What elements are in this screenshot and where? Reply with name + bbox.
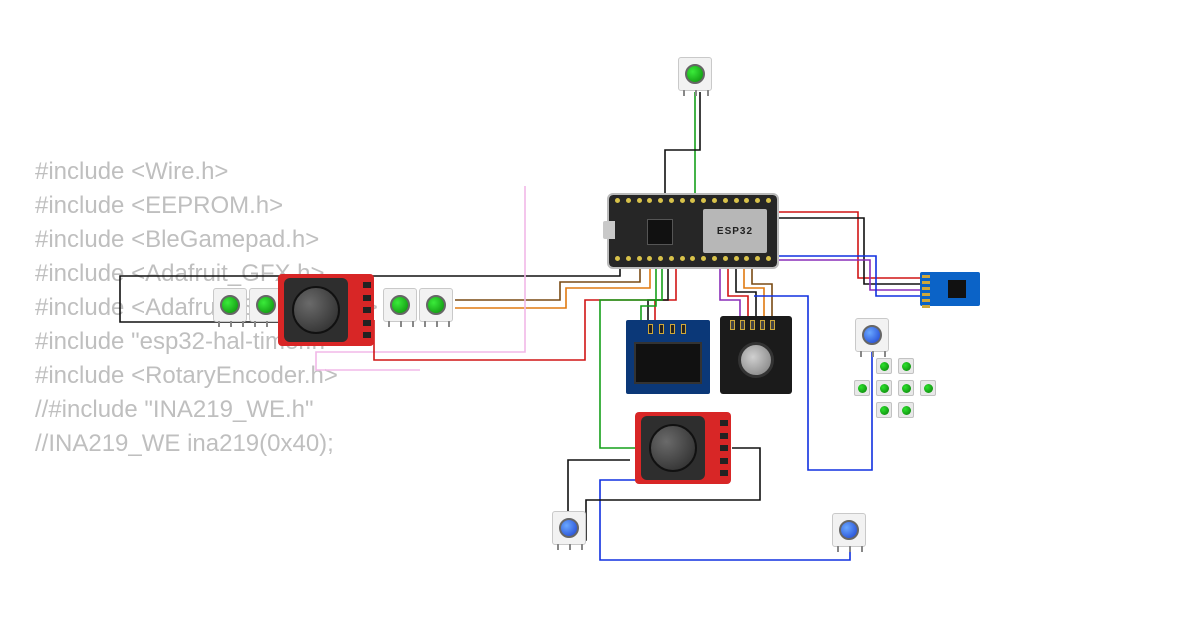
code-line: //#include "INA219_WE.h" bbox=[35, 393, 378, 427]
joystick-hat-icon bbox=[649, 424, 697, 472]
rotary-header bbox=[730, 320, 775, 330]
button-cap-icon bbox=[685, 64, 705, 84]
code-line: #include <BleGamepad.h> bbox=[35, 223, 378, 257]
led-pad[interactable] bbox=[920, 380, 936, 396]
joystick-hat-icon bbox=[292, 286, 340, 334]
push-button-l1[interactable] bbox=[213, 288, 247, 322]
push-button-right[interactable] bbox=[855, 318, 889, 352]
joystick-left[interactable] bbox=[278, 274, 374, 346]
led-pad[interactable] bbox=[876, 402, 892, 418]
oled-header bbox=[648, 324, 686, 334]
push-button-bottom-left[interactable] bbox=[552, 511, 586, 545]
rotary-encoder[interactable] bbox=[720, 316, 792, 394]
rotary-knob-icon bbox=[738, 342, 774, 378]
push-button-l4[interactable] bbox=[419, 288, 453, 322]
led-pad[interactable] bbox=[876, 358, 892, 374]
esp32-devboard[interactable]: ESP32 bbox=[609, 195, 777, 267]
button-cap-icon bbox=[839, 520, 859, 540]
oled-screen-icon bbox=[634, 342, 702, 384]
code-line: #include <Wire.h> bbox=[35, 155, 378, 189]
button-cap-icon bbox=[559, 518, 579, 538]
button-cap-icon bbox=[220, 295, 240, 315]
joystick-right[interactable] bbox=[635, 412, 731, 484]
code-line: //INA219_WE ina219(0x40); bbox=[35, 427, 378, 461]
usb-connector-icon bbox=[603, 221, 615, 239]
led-pad[interactable] bbox=[898, 380, 914, 396]
push-button-top[interactable] bbox=[678, 57, 712, 91]
button-cap-icon bbox=[862, 325, 882, 345]
led-pad[interactable] bbox=[854, 380, 870, 396]
code-line: #include <RotaryEncoder.h> bbox=[35, 359, 378, 393]
led-pad[interactable] bbox=[898, 402, 914, 418]
push-button-l3[interactable] bbox=[383, 288, 417, 322]
button-cap-icon bbox=[426, 295, 446, 315]
led-pad[interactable] bbox=[876, 380, 892, 396]
push-button-bottom-right[interactable] bbox=[832, 513, 866, 547]
led-pad[interactable] bbox=[898, 358, 914, 374]
button-cap-icon bbox=[256, 295, 276, 315]
code-line: #include <EEPROM.h> bbox=[35, 189, 378, 223]
joystick-header bbox=[363, 282, 371, 338]
esp32-shield-label: ESP32 bbox=[703, 209, 767, 253]
circuit-canvas: #include <Wire.h> #include <EEPROM.h> #i… bbox=[0, 0, 1200, 630]
button-cap-icon bbox=[390, 295, 410, 315]
gyro-breakout[interactable] bbox=[920, 272, 980, 306]
esp32-pinrow-top bbox=[615, 198, 771, 206]
gyro-header bbox=[922, 275, 930, 308]
joystick-header bbox=[720, 420, 728, 476]
oled-display[interactable] bbox=[626, 320, 710, 394]
esp32-chip-icon bbox=[647, 219, 673, 245]
gyro-chip-icon bbox=[948, 280, 966, 298]
esp32-pinrow-bottom bbox=[615, 256, 771, 264]
